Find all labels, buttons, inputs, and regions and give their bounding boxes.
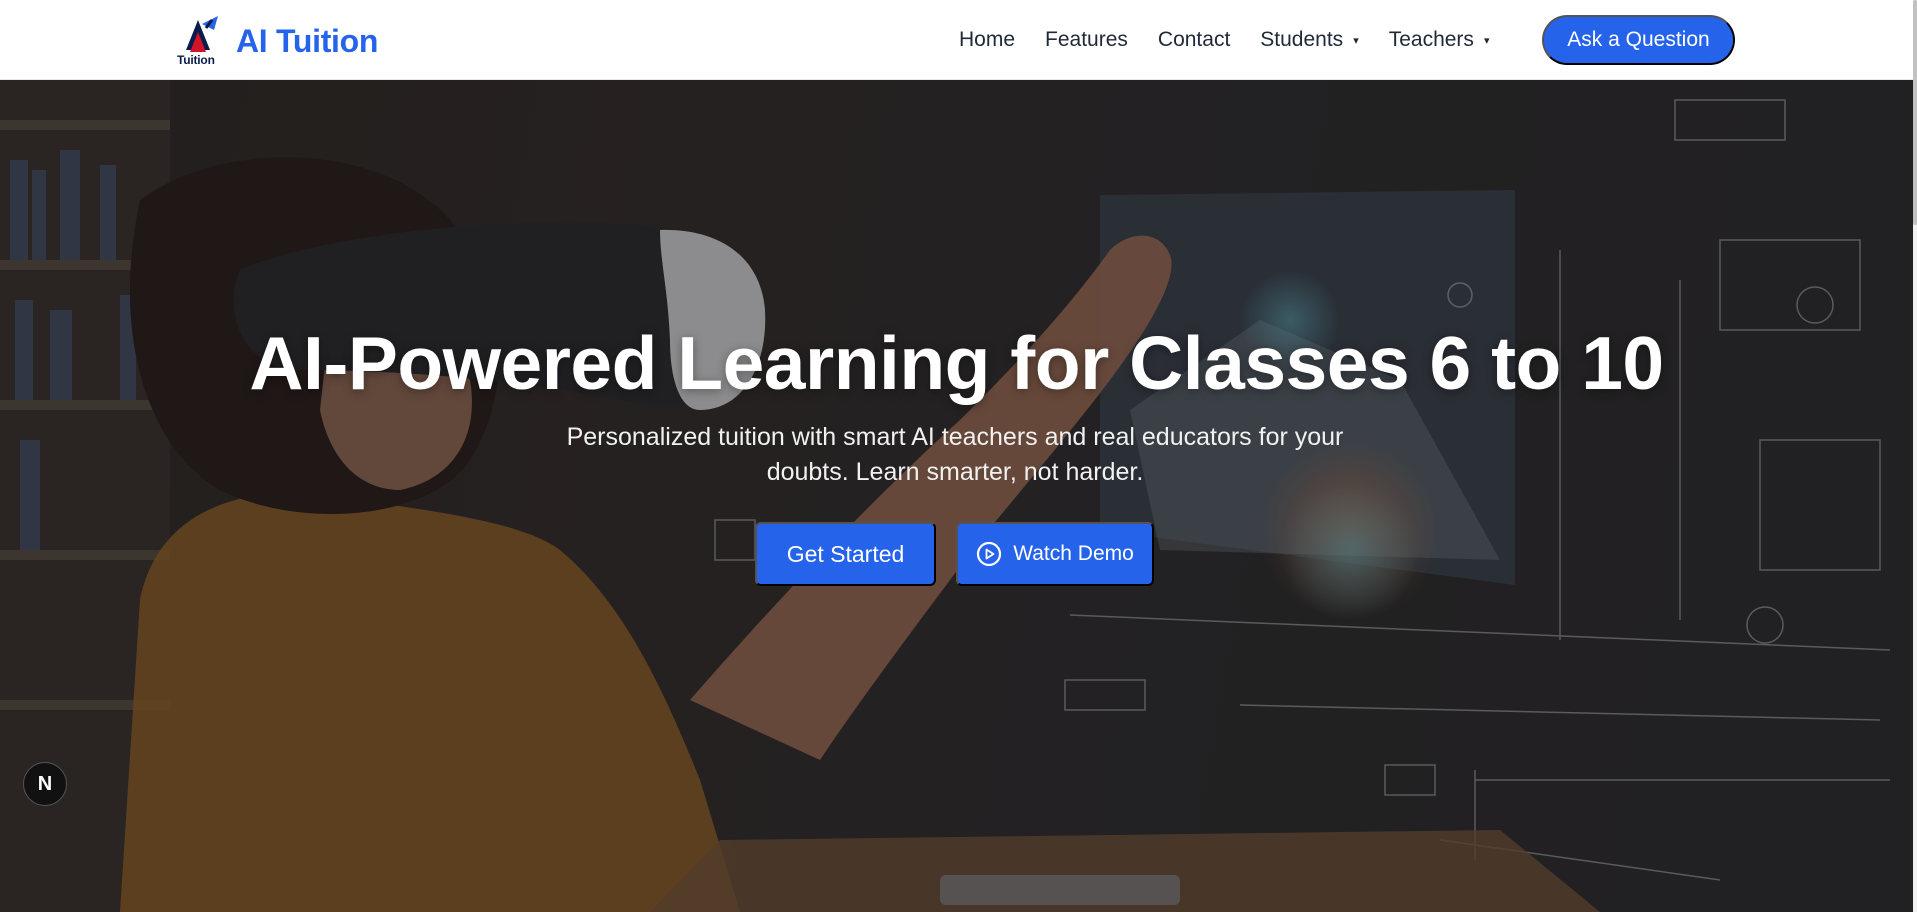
nav-contact-label: Contact [1157, 28, 1231, 51]
hero-overlay [0, 80, 1913, 912]
nav-home-link[interactable]: Home [959, 28, 1015, 52]
nav-features-link[interactable]: Features [1045, 28, 1128, 52]
dev-indicator-badge[interactable]: N [23, 762, 67, 806]
nav-features-label: Features [1045, 28, 1128, 51]
get-started-button[interactable]: Get Started [755, 522, 936, 586]
hero-subtitle: Personalized tuition with smart AI teach… [566, 423, 1344, 486]
brand-name: AI Tuition [236, 22, 379, 59]
watch-demo-label: Watch Demo [1013, 542, 1134, 565]
nav-contact-link[interactable]: Contact [1158, 28, 1230, 52]
nav-teachers-label: Teachers [1388, 28, 1474, 51]
nav-links: Home Features Contact Students ▾ Teacher… [959, 0, 1489, 80]
logo-text: Tuition [177, 53, 215, 67]
page-scrollbar[interactable] [1913, 0, 1917, 912]
caret-down-icon: ▾ [1483, 34, 1490, 47]
hero-section: AI-Powered Learning for Classes 6 to 10 … [0, 80, 1913, 912]
logo-icon: Tuition [176, 14, 226, 68]
brand[interactable]: Tuition AI Tuition [176, 14, 378, 68]
nav-students-dropdown[interactable]: Students ▾ [1260, 28, 1358, 52]
play-circle-icon [976, 541, 1002, 567]
watch-demo-button[interactable]: Watch Demo [956, 522, 1154, 586]
hero-title: AI-Powered Learning for Classes 6 to 10 [249, 321, 1664, 405]
nav-home-label: Home [959, 28, 1016, 51]
page: Tuition AI Tuition Home Features Contact… [0, 0, 1917, 912]
ask-question-button[interactable]: Ask a Question [1542, 15, 1735, 65]
navbar: Tuition AI Tuition Home Features Contact… [0, 0, 1913, 80]
scrollbar-thumb[interactable] [1913, 0, 1917, 225]
nav-teachers-dropdown[interactable]: Teachers ▾ [1389, 28, 1490, 52]
nav-students-label: Students [1260, 28, 1344, 51]
caret-down-icon: ▾ [1353, 34, 1359, 47]
